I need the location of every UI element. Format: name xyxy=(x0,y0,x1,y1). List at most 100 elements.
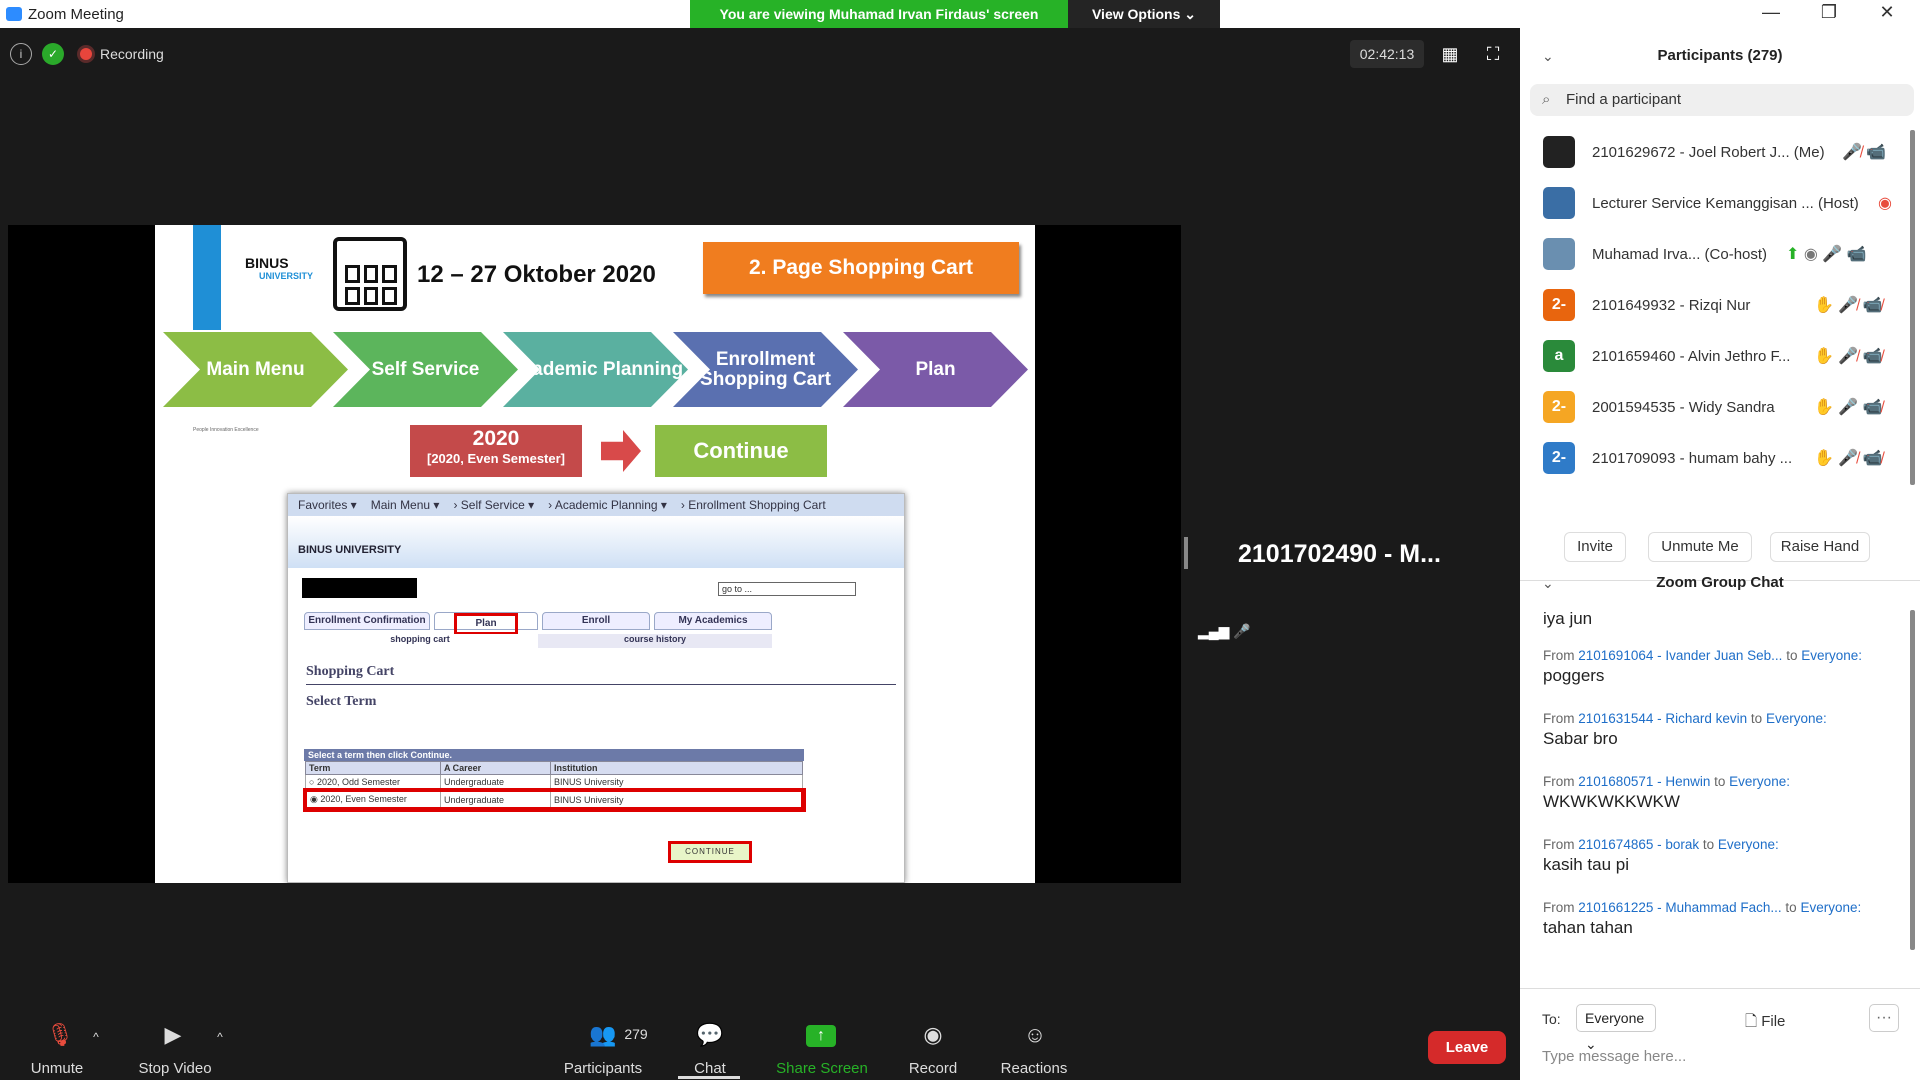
participant-name: 2101659460 - Alvin Jethro F... xyxy=(1592,347,1791,365)
chat-sender[interactable]: 2101691064 - Ivander Juan Seb... xyxy=(1578,648,1782,663)
recording-indicator[interactable]: Recording xyxy=(80,46,164,62)
avatar: 2- xyxy=(1543,289,1575,321)
record-dot-icon xyxy=(80,48,92,60)
ps-tab-enrollment-confirmation: Enrollment Confirmation xyxy=(304,612,430,630)
chat-sender[interactable]: 2101674865 - borak xyxy=(1578,837,1699,852)
chat-icon[interactable]: 💬 xyxy=(695,1022,725,1048)
chat-message: From 2101661225 - Muhammad Fach... to Ev… xyxy=(1543,900,1903,938)
reactions-button[interactable]: Reactions xyxy=(996,1060,1072,1077)
share-screen-icon[interactable]: ↑ xyxy=(806,1025,836,1047)
table-row: ◉ 2020, Even Semester Undergraduate BINUS … xyxy=(302,787,806,812)
participant-name: Muhamad Irva... (Co-host) xyxy=(1592,245,1768,263)
unmute-button[interactable]: Unmute xyxy=(24,1060,90,1077)
record-icon[interactable]: ◉ xyxy=(918,1022,948,1048)
participants-icon[interactable]: 👥 xyxy=(588,1022,618,1048)
step-main-menu: Main Menu xyxy=(163,332,348,407)
page-badge: 2. Page Shopping Cart xyxy=(703,242,1019,294)
participant-row[interactable]: Muhamad Irva... (Co-host) ⬆ ◉ 🎤 📹 xyxy=(1520,234,1920,274)
splitter-handle[interactable] xyxy=(1184,537,1188,569)
meeting-toolbar xyxy=(0,1005,1520,1080)
table-row: ○ 2020, Odd Semester Undergraduate BINUS U… xyxy=(305,774,803,791)
recipient-select[interactable]: Everyone ⌄ xyxy=(1576,1004,1656,1052)
view-options-button[interactable]: View Options ⌄ xyxy=(1068,0,1220,28)
participant-search-input[interactable]: ⌕ Find a participant xyxy=(1530,84,1914,116)
close-button[interactable]: ✕ xyxy=(1867,2,1907,23)
search-icon: ⌕ xyxy=(1542,91,1551,108)
to-label: To: xyxy=(1542,1011,1561,1027)
participant-name: 2001594535 - Widy Sandra xyxy=(1592,398,1775,416)
step-plan: Plan xyxy=(843,332,1028,407)
year-box: 2020 [2020, Even Semester] xyxy=(410,425,582,477)
raise-hand-button[interactable]: Raise Hand xyxy=(1770,532,1870,562)
record-button[interactable]: Record xyxy=(904,1060,962,1077)
ps-sub-course-history: course history xyxy=(538,634,772,648)
share-screen-button[interactable]: Share Screen xyxy=(774,1060,870,1077)
ps-title: Shopping Cart xyxy=(306,664,395,679)
zoom-app-icon xyxy=(6,7,22,21)
ps-subtitle: Select Term xyxy=(306,694,377,709)
maximize-button[interactable]: ❐ xyxy=(1809,2,1849,23)
avatar xyxy=(1543,238,1575,270)
participant-row[interactable]: 2- 2101649932 - Rizqi Nur ✋ 🎤̸ 📹̸ xyxy=(1520,285,1920,325)
participant-row[interactable]: a 2101659460 - Alvin Jethro F... ✋ 🎤̸ 📹̸ xyxy=(1520,336,1920,376)
participants-scrollbar[interactable] xyxy=(1910,130,1915,485)
participant-row[interactable]: 2- 2101709093 - humam bahy ... ✋ 🎤̸ 📹̸ xyxy=(1520,438,1920,478)
fullscreen-icon[interactable]: ⛶ xyxy=(1483,44,1503,64)
raise-hand-icon: ✋ 🎤̸ 📹̸ xyxy=(1814,450,1883,467)
ps-breadcrumb: Favorites ▾ Main Menu ▾ › Self Service ▾ › … xyxy=(288,494,904,516)
step-self-service: Self Service xyxy=(333,332,518,407)
ps-goto-select: go to ... xyxy=(718,582,856,596)
ps-header: BINUS UNIVERSITY xyxy=(288,516,904,568)
step-academic-planning: Academic Planning xyxy=(503,332,688,407)
video-camera-icon[interactable]: ▶ xyxy=(156,1022,190,1048)
minimize-button[interactable]: — xyxy=(1751,2,1791,23)
ps-tab-plan: Plan xyxy=(434,612,538,635)
chat-message-text: poggers xyxy=(1543,666,1605,685)
participant-row[interactable]: Lecturer Service Kemanggisan ... (Host) … xyxy=(1520,183,1920,223)
more-options-button[interactable]: ··· xyxy=(1869,1004,1899,1032)
avatar: 2- xyxy=(1543,391,1575,423)
reactions-icon[interactable]: ☺ xyxy=(1020,1022,1050,1048)
participant-row[interactable]: 2101629672 - Joel Robert J... (Me) 🎤̸ 📹 xyxy=(1520,132,1920,172)
chat-sender[interactable]: 2101631544 - Richard kevin xyxy=(1578,711,1747,726)
participant-row[interactable]: 2- 2001594535 - Widy Sandra ✋ 🎤 📹̸ xyxy=(1520,387,1920,427)
participants-title: Participants (279) xyxy=(1657,47,1783,64)
raise-hand-icon: ✋ 🎤̸ 📹̸ xyxy=(1814,348,1883,365)
chat-title: Zoom Group Chat xyxy=(1656,574,1784,591)
mic-muted-icon[interactable]: 🎙 xyxy=(46,1022,74,1048)
video-options-chevron-icon[interactable]: ^ xyxy=(212,1030,228,1044)
continue-callout: Continue xyxy=(655,425,827,477)
chat-message-text: tahan tahan xyxy=(1543,918,1633,937)
mic-muted-icon: 🎤̸ 📹 xyxy=(1842,144,1887,161)
participant-count: 279 xyxy=(624,1026,648,1042)
ps-sub-shopping-cart: shopping cart xyxy=(304,634,536,648)
chat-scrollbar[interactable] xyxy=(1910,610,1915,950)
gallery-view-icon[interactable]: ▦ xyxy=(1440,44,1460,64)
audio-options-chevron-icon[interactable]: ^ xyxy=(88,1030,104,1044)
date-range: 12 – 27 Oktober 2020 xyxy=(417,261,656,288)
avatar: 2- xyxy=(1543,442,1575,474)
leave-button[interactable]: Leave xyxy=(1428,1031,1506,1064)
recording-label: Recording xyxy=(100,46,164,62)
file-icon: 🗋 xyxy=(1745,1013,1758,1030)
chat-message-input[interactable]: Type message here... xyxy=(1542,1048,1686,1065)
unmute-me-button[interactable]: Unmute Me xyxy=(1648,532,1752,562)
chat-message-text: iya jun xyxy=(1543,609,1593,628)
redacted-block xyxy=(302,578,417,598)
ps-divider xyxy=(306,684,896,685)
chat-button[interactable]: Chat xyxy=(684,1060,736,1077)
invite-button[interactable]: Invite xyxy=(1564,532,1626,562)
chat-divider xyxy=(1520,988,1920,989)
step-enrollment-cart: Enrollment Shopping Cart xyxy=(673,332,858,407)
shield-icon[interactable]: ✓ xyxy=(42,43,64,65)
file-button[interactable]: 🗋 File xyxy=(1745,1011,1785,1036)
window-title: Zoom Meeting xyxy=(28,6,124,23)
ps-term-table: Select a term then click Continue. Term A… xyxy=(302,749,806,812)
participants-button[interactable]: Participants xyxy=(560,1060,646,1077)
stop-video-button[interactable]: Stop Video xyxy=(132,1060,218,1077)
info-icon[interactable]: i xyxy=(10,43,32,65)
chat-sender[interactable]: 2101661225 - Muhammad Fach... xyxy=(1578,900,1781,915)
chat-sender[interactable]: 2101680571 - Henwin xyxy=(1578,774,1710,789)
recording-icon: ◉ xyxy=(1878,195,1892,212)
chat-message: From 2101691064 - Ivander Juan Seb... to… xyxy=(1543,648,1903,686)
